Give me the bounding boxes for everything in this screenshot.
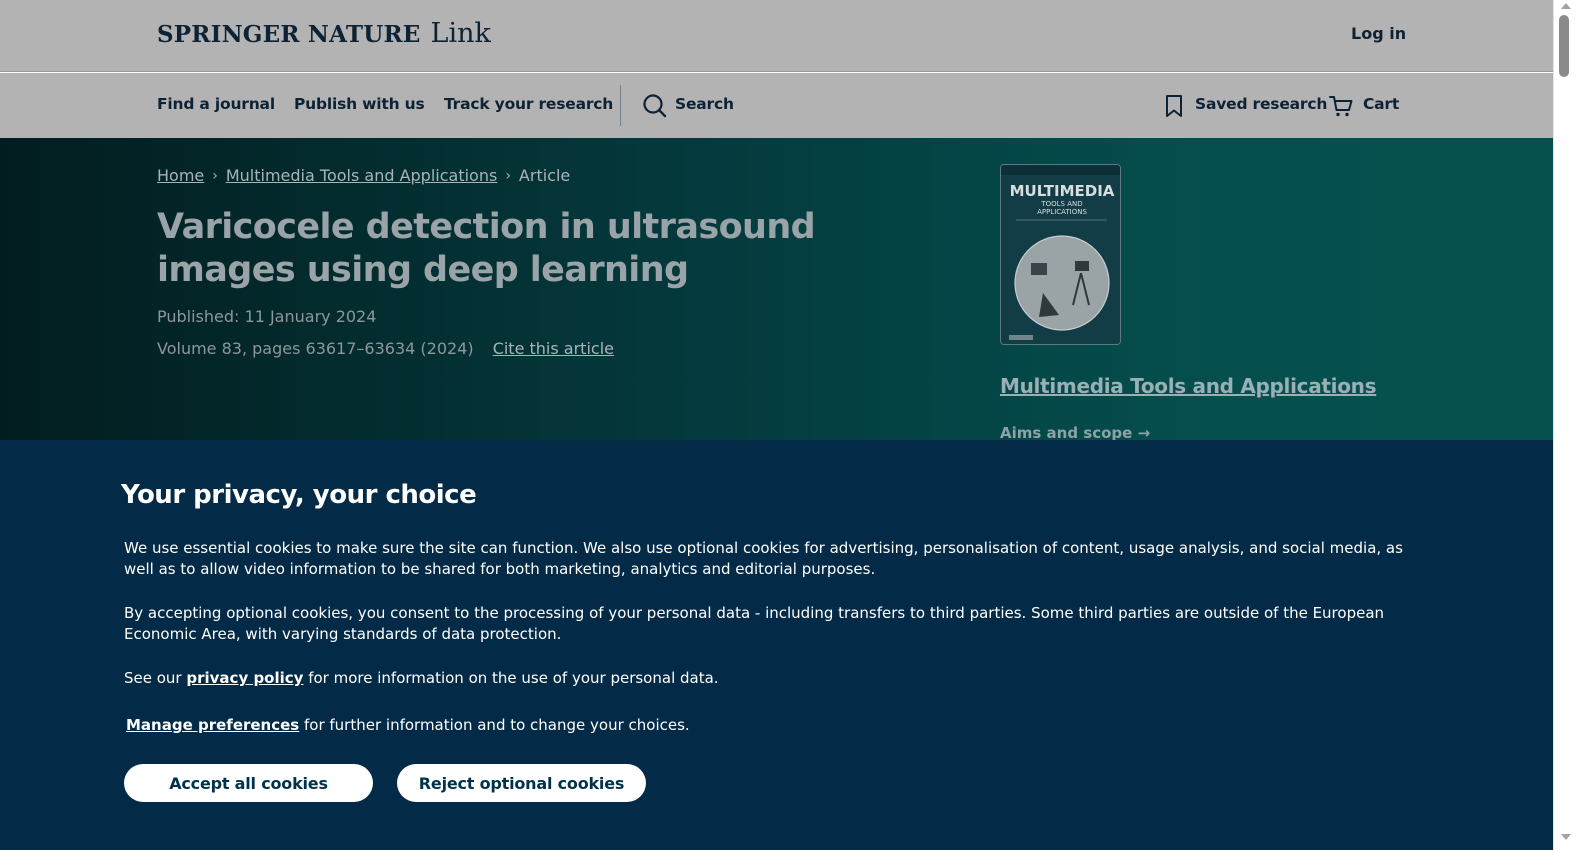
scrollbar-thumb[interactable] [1559, 15, 1569, 77]
cookie-paragraph-consent: By accepting optional cookies, you conse… [124, 604, 1385, 643]
breadcrumb-current: Article [518, 166, 571, 185]
breadcrumb-journal[interactable]: Multimedia Tools and Applications [226, 166, 497, 185]
cite-article-link[interactable]: Cite this article [493, 339, 614, 358]
cover-title-line3: APPLICATIONS [1037, 208, 1087, 216]
privacy-suffix: for more information on the use of your … [303, 669, 719, 687]
journal-cover-image[interactable]: MULTIMEDIA TOOLS AND APPLICATIONS [1000, 164, 1121, 345]
cookie-paragraph-preferences: Manage preferences for further informati… [126, 715, 1426, 736]
nav-find-journal[interactable]: Find a journal [157, 95, 275, 113]
page-scrollbar[interactable] [1553, 0, 1578, 850]
nav-divider [620, 85, 621, 126]
bookmark-icon [1166, 95, 1182, 117]
nav-publish-with-us[interactable]: Publish with us [294, 95, 425, 113]
preferences-suffix: for further information and to change yo… [299, 716, 690, 734]
cookie-paragraph-essential: We use essential cookies to make sure th… [124, 539, 1403, 578]
manage-preferences-link[interactable]: Manage preferences [126, 716, 299, 734]
cookie-consent-banner: Your privacy, your choice We use essenti… [0, 440, 1553, 850]
springer-nature-link-logo[interactable]: SPRINGER NATURE Link [157, 18, 491, 54]
nav-cart-label: Cart [1363, 95, 1400, 113]
breadcrumb: Home › Multimedia Tools and Applications… [157, 166, 570, 185]
article-hero: Home › Multimedia Tools and Applications… [0, 138, 1553, 440]
volume-info-row: Volume 83, pages 63617–63634 (2024) Cite… [157, 339, 614, 358]
scroll-up-arrow-icon[interactable] [1561, 3, 1571, 9]
nav-saved-research-label: Saved research [1195, 95, 1328, 113]
volume-pages: Volume 83, pages 63617–63634 (2024) [157, 339, 474, 358]
search-icon [643, 94, 667, 118]
journal-name-link[interactable]: Multimedia Tools and Applications [1000, 374, 1377, 398]
main-navigation: Find a journal Publish with us Track you… [0, 73, 1553, 138]
site-header: SPRINGER NATURE Link Log in [0, 0, 1553, 72]
login-link[interactable]: Log in [1351, 24, 1406, 43]
accept-all-cookies-button[interactable]: Accept all cookies [124, 764, 373, 802]
cover-title-line2: TOOLS AND [1040, 200, 1082, 208]
aims-and-scope-label: Aims and scope [1000, 424, 1133, 440]
nav-track-research[interactable]: Track your research [444, 95, 613, 113]
cart-icon [1329, 96, 1353, 117]
scroll-down-arrow-icon[interactable] [1561, 834, 1571, 840]
logo-link-text: Link [430, 18, 491, 49]
cover-title-line1: MULTIMEDIA [1010, 182, 1115, 200]
nav-search-label: Search [675, 95, 734, 113]
cookie-paragraph-privacy: See our privacy policy for more informat… [124, 668, 1424, 689]
privacy-prefix: See our [124, 669, 187, 687]
aims-and-scope-link[interactable]: Aims and scope → [1000, 424, 1150, 440]
article-title: Varicocele detection in ultrasound image… [157, 207, 816, 290]
privacy-policy-link[interactable]: privacy policy [186, 669, 303, 687]
cookie-banner-title: Your privacy, your choice [121, 480, 477, 510]
reject-optional-cookies-button[interactable]: Reject optional cookies [397, 764, 646, 802]
logo-wordmark: SPRINGER NATURE [157, 21, 421, 48]
arrow-right-icon: → [1137, 424, 1151, 440]
published-date: Published: 11 January 2024 [157, 307, 377, 326]
chevron-right-icon: › [505, 167, 511, 184]
chevron-right-icon: › [212, 167, 218, 184]
breadcrumb-home[interactable]: Home [157, 166, 204, 185]
journal-cover-art: MULTIMEDIA TOOLS AND APPLICATIONS [1001, 165, 1120, 344]
